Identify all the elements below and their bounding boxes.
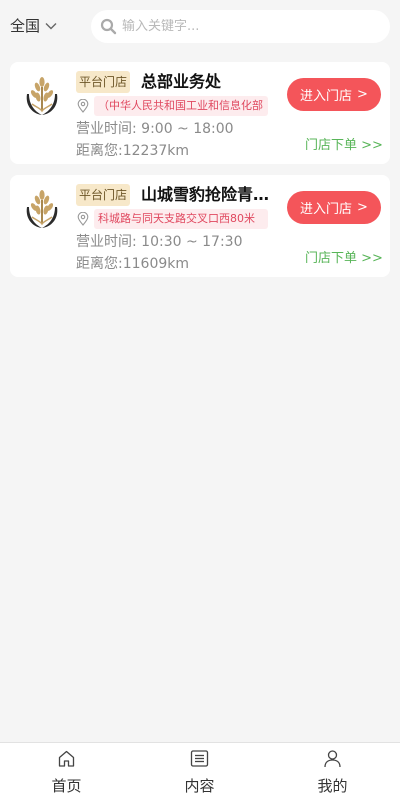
store-name: 山城雪豹抢险青年突击队 (141, 185, 278, 204)
location-pin-icon (77, 99, 89, 113)
tab-mine[interactable]: 我的 (266, 743, 399, 800)
enter-store-label: 进入门店 (300, 89, 353, 104)
store-address: （中华人民共和国工业和信息化部 (94, 96, 268, 116)
bottom-tab-bar: 首页 内容 我的 (0, 742, 400, 800)
region-selector[interactable]: 全国 (10, 15, 58, 36)
enter-store-button[interactable]: 进入门店 > (287, 191, 381, 224)
tab-content[interactable]: 内容 (133, 743, 266, 800)
enter-store-arrow: > (357, 87, 368, 102)
region-label: 全国 (10, 17, 41, 35)
wheat-logo-icon (26, 77, 58, 115)
store-card[interactable]: 平台门店 山城雪豹抢险青年突击队 科城路与同天支路交叉口西80米 营业时间: 1… (10, 175, 390, 277)
store-distance: 距离您:11609km (76, 256, 189, 272)
store-distance: 距离您:12237km (76, 143, 189, 159)
search-bar[interactable] (91, 10, 390, 43)
store-order-link[interactable]: 门店下单 >> (305, 247, 383, 266)
business-hours: 营业时间: 9:00 ~ 18:00 (76, 121, 234, 137)
tab-home-label: 首页 (51, 777, 82, 795)
search-input[interactable] (122, 19, 362, 34)
business-hours: 营业时间: 10:30 ~ 17:30 (76, 234, 243, 250)
tab-home[interactable]: 首页 (0, 743, 133, 800)
enter-store-arrow: > (357, 200, 368, 215)
top-bar: 全国 (0, 0, 400, 52)
home-icon (58, 750, 75, 767)
store-address: 科城路与同天支路交叉口西80米 (94, 209, 268, 229)
page: 全国 平台门店 总部业务处 (0, 0, 400, 800)
search-icon (100, 18, 117, 35)
store-card[interactable]: 平台门店 总部业务处 （中华人民共和国工业和信息化部 营业时间: 9:00 ~ … (10, 62, 390, 164)
wheat-logo-icon (26, 190, 58, 228)
store-tag: 平台门店 (76, 184, 131, 206)
enter-store-button[interactable]: 进入门店 > (287, 78, 381, 111)
enter-store-label: 进入门店 (300, 202, 353, 217)
tab-content-label: 内容 (184, 777, 215, 795)
user-icon (324, 750, 341, 768)
location-pin-icon (77, 212, 89, 226)
chevron-down-icon (45, 22, 57, 29)
tab-mine-label: 我的 (317, 777, 348, 795)
store-order-link[interactable]: 门店下单 >> (305, 134, 383, 153)
list-icon (190, 750, 209, 767)
store-name: 总部业务处 (141, 72, 222, 91)
store-tag: 平台门店 (76, 71, 131, 93)
